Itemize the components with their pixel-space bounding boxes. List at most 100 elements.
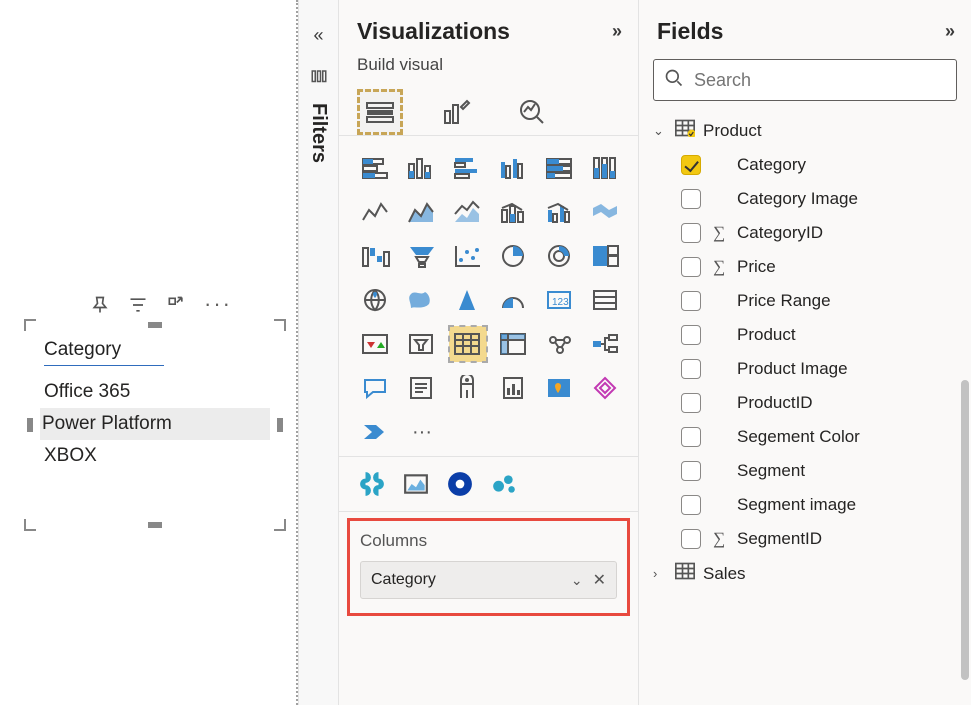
stacked-column-chart-icon[interactable] <box>403 150 441 186</box>
resize-handle[interactable] <box>274 319 286 331</box>
appsource-visual-1-icon[interactable] <box>357 469 387 499</box>
map-icon[interactable] <box>357 282 395 318</box>
stacked-bar-chart-icon[interactable] <box>357 150 395 186</box>
resize-handle[interactable] <box>148 522 162 528</box>
resize-handle[interactable] <box>24 519 36 531</box>
pin-icon[interactable] <box>90 295 110 320</box>
smart-narrative-icon[interactable] <box>403 370 441 406</box>
field-segment-image[interactable]: ∑Segment image <box>679 488 963 522</box>
field-segement-color[interactable]: ∑Segement Color <box>679 420 963 454</box>
appsource-visual-4-icon[interactable] <box>489 469 519 499</box>
resize-handle[interactable] <box>24 319 36 331</box>
focus-mode-icon[interactable] <box>166 295 186 320</box>
slicer-icon[interactable] <box>403 326 441 362</box>
100pct-stacked-column-chart-icon[interactable] <box>587 150 625 186</box>
field-checkbox[interactable] <box>681 189 701 209</box>
filter-icon[interactable] <box>128 295 148 320</box>
clustered-column-chart-icon[interactable] <box>495 150 533 186</box>
pie-chart-icon[interactable] <box>495 238 533 274</box>
line-stacked-column-chart-icon[interactable] <box>495 194 533 230</box>
appsource-visual-3-icon[interactable] <box>445 469 475 499</box>
tab-analytics[interactable] <box>509 89 555 135</box>
table-row[interactable]: XBOX <box>44 440 270 472</box>
funnel-chart-icon[interactable] <box>403 238 441 274</box>
fields-search-input[interactable] <box>692 69 946 92</box>
visual-column-header[interactable]: Category <box>44 339 270 365</box>
table-row[interactable]: Office 365 <box>44 376 270 408</box>
ribbon-chart-icon[interactable] <box>587 194 625 230</box>
field-checkbox[interactable] <box>681 495 701 515</box>
field-checkbox[interactable] <box>681 427 701 447</box>
line-clustered-column-chart-icon[interactable] <box>541 194 579 230</box>
field-checkbox[interactable] <box>681 155 701 175</box>
chevron-down-icon[interactable]: ⌄ <box>571 572 583 589</box>
field-checkbox[interactable] <box>681 257 701 277</box>
field-checkbox[interactable] <box>681 223 701 243</box>
report-canvas[interactable]: ··· Category Office 365Power PlatformXBO… <box>0 0 298 705</box>
qna-icon[interactable] <box>357 370 395 406</box>
area-chart-icon[interactable] <box>403 194 441 230</box>
line-chart-icon[interactable] <box>357 194 395 230</box>
field-checkbox[interactable] <box>681 529 701 549</box>
treemap-chart-icon[interactable] <box>587 238 625 274</box>
field-price-range[interactable]: ∑Price Range <box>679 284 963 318</box>
expand-filters-icon[interactable]: « <box>313 25 323 46</box>
waterfall-chart-icon[interactable] <box>357 238 395 274</box>
appsource-visual-2-icon[interactable] <box>401 469 431 499</box>
field-segmentid[interactable]: ∑SegmentID <box>679 522 963 556</box>
chevron-down-icon[interactable]: ⌄ <box>653 123 667 139</box>
more-visuals-icon[interactable]: ··· <box>403 414 441 450</box>
remove-field-icon[interactable]: ✕ <box>593 570 606 590</box>
field-product-image[interactable]: ∑Product Image <box>679 352 963 386</box>
kpi-icon[interactable] <box>357 326 395 362</box>
field-checkbox[interactable] <box>681 461 701 481</box>
multi-row-card-icon[interactable] <box>587 282 625 318</box>
resize-handle[interactable] <box>274 519 286 531</box>
goals-icon[interactable] <box>449 370 487 406</box>
table-row[interactable]: Power Platform <box>40 408 270 440</box>
table-product[interactable]: ⌄ Product <box>651 113 963 148</box>
gauge-icon[interactable] <box>495 282 533 318</box>
collapse-visualizations-icon[interactable]: » <box>612 21 622 42</box>
resize-handle[interactable] <box>148 322 162 328</box>
azure-map-icon[interactable] <box>449 282 487 318</box>
chevron-right-icon[interactable]: › <box>653 566 667 581</box>
field-categoryid[interactable]: ∑CategoryID <box>679 216 963 250</box>
field-checkbox[interactable] <box>681 393 701 413</box>
tab-build-visual[interactable] <box>357 89 403 135</box>
power-apps-icon[interactable] <box>587 370 625 406</box>
matrix-icon[interactable] <box>495 326 533 362</box>
field-product[interactable]: ∑Product <box>679 318 963 352</box>
stacked-area-chart-icon[interactable] <box>449 194 487 230</box>
fields-search-box[interactable] <box>653 59 957 101</box>
power-automate-icon[interactable] <box>357 414 395 450</box>
tab-format-visual[interactable] <box>433 89 479 135</box>
field-checkbox[interactable] <box>681 291 701 311</box>
r-script-visual-icon[interactable] <box>541 326 579 362</box>
card-icon[interactable]: 123 <box>541 282 579 318</box>
field-category[interactable]: ∑Category <box>679 148 963 182</box>
collapse-fields-icon[interactable]: » <box>945 21 955 42</box>
category-field-pill[interactable]: Category ⌄ ✕ <box>360 561 617 599</box>
table-visual-icon[interactable] <box>449 326 487 362</box>
clustered-bar-chart-icon[interactable] <box>449 150 487 186</box>
table-visual[interactable]: Category Office 365Power PlatformXBOX <box>30 325 280 525</box>
field-category-image[interactable]: ∑Category Image <box>679 182 963 216</box>
field-price[interactable]: ∑Price <box>679 250 963 284</box>
field-productid[interactable]: ∑ProductID <box>679 386 963 420</box>
decomposition-tree-icon[interactable] <box>587 326 625 362</box>
field-checkbox[interactable] <box>681 325 701 345</box>
100pct-stacked-bar-chart-icon[interactable] <box>541 150 579 186</box>
filled-map-icon[interactable] <box>403 282 441 318</box>
arcgis-map-icon[interactable] <box>541 370 579 406</box>
table-sales[interactable]: › Sales <box>651 556 963 591</box>
resize-handle[interactable] <box>277 418 283 432</box>
field-checkbox[interactable] <box>681 359 701 379</box>
scrollbar[interactable] <box>961 380 969 680</box>
scatter-chart-icon[interactable] <box>449 238 487 274</box>
paginated-report-icon[interactable] <box>495 370 533 406</box>
resize-handle[interactable] <box>27 418 33 432</box>
field-segment[interactable]: ∑Segment <box>679 454 963 488</box>
donut-chart-icon[interactable] <box>541 238 579 274</box>
more-options-icon[interactable]: ··· <box>204 298 224 318</box>
